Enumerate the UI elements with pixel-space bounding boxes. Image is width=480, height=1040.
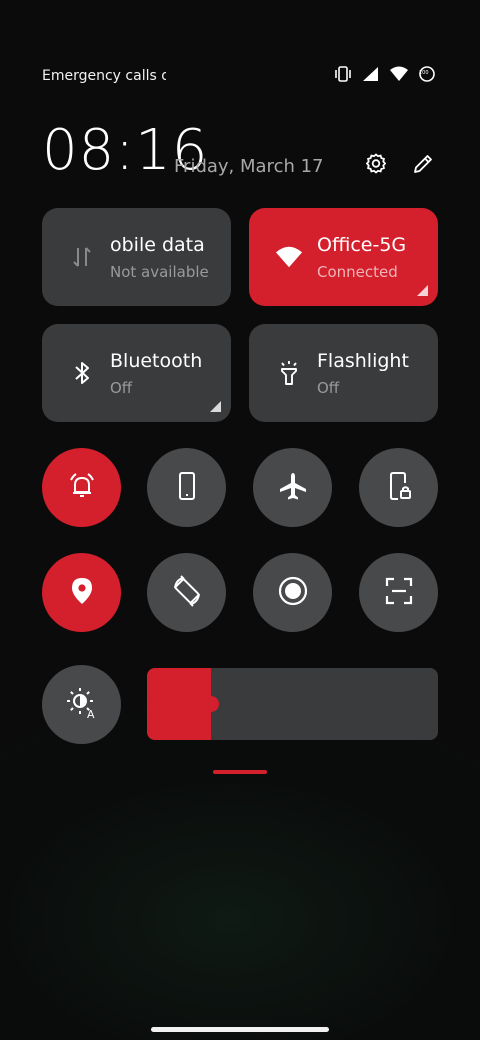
- battery-icon: 100: [419, 66, 435, 82]
- mobile-data-tile[interactable]: obile data Not available: [42, 208, 231, 306]
- flashlight-tile[interactable]: Flashlight Off: [249, 324, 438, 422]
- vibrate-icon: [334, 66, 352, 82]
- auto-brightness-toggle[interactable]: A: [42, 665, 121, 744]
- screenshot-toggle[interactable]: [359, 553, 438, 632]
- carrier-text: Emergency calls o: [42, 68, 166, 84]
- wifi-icon: [389, 66, 409, 82]
- airplane-icon: [278, 471, 308, 505]
- screen-record-toggle[interactable]: [253, 553, 332, 632]
- panel-drag-handle[interactable]: [213, 770, 267, 774]
- expand-corner-icon[interactable]: [417, 285, 428, 296]
- tile-label: Office-5G: [317, 234, 407, 256]
- phone-portrait-toggle[interactable]: [147, 448, 226, 527]
- brightness-slider-fill: [147, 668, 211, 740]
- tile-label: Flashlight: [317, 350, 409, 372]
- tile-status: Not available: [110, 263, 209, 281]
- tile-label: Bluetooth: [110, 350, 203, 372]
- bluetooth-icon: [68, 359, 96, 387]
- location-toggle[interactable]: [42, 553, 121, 632]
- edit-icon[interactable]: [409, 150, 437, 178]
- date-text: Friday, March 17: [174, 156, 324, 177]
- wifi-tile[interactable]: Office-5G Connected: [249, 208, 438, 306]
- mobile-data-icon: [68, 243, 96, 271]
- auto-rotate-toggle[interactable]: [147, 553, 226, 632]
- bluetooth-tile[interactable]: Bluetooth Off: [42, 324, 231, 422]
- ring-alarm-icon: [67, 471, 97, 505]
- screen-record-icon: [277, 575, 309, 611]
- tile-label: obile data: [110, 234, 205, 256]
- tile-status: Connected: [317, 263, 398, 281]
- location-icon: [69, 576, 95, 610]
- battery-level: 100: [419, 70, 429, 76]
- signal-icon: [362, 66, 379, 82]
- home-indicator[interactable]: [151, 1027, 329, 1032]
- auto-rotate-icon: [171, 574, 203, 611]
- brightness-slider[interactable]: [147, 668, 438, 740]
- status-icons: 100: [334, 66, 435, 82]
- rotation-lock-toggle[interactable]: [359, 448, 438, 527]
- rotation-lock-icon: [384, 471, 414, 505]
- brightness-slider-knob[interactable]: [203, 696, 219, 712]
- flashlight-icon: [275, 359, 303, 387]
- tile-status: Off: [317, 379, 340, 397]
- settings-icon[interactable]: [362, 150, 390, 178]
- airplane-toggle[interactable]: [253, 448, 332, 527]
- ring-alarm-toggle[interactable]: [42, 448, 121, 527]
- wifi-icon: [275, 243, 303, 271]
- svg-text:A: A: [87, 708, 95, 720]
- tile-status: Off: [110, 379, 133, 397]
- phone-portrait-icon: [173, 471, 201, 505]
- expand-corner-icon[interactable]: [210, 401, 221, 412]
- status-bar: Emergency calls o 100: [0, 60, 480, 94]
- screenshot-icon: [384, 576, 414, 610]
- auto-brightness-icon: A: [65, 686, 99, 724]
